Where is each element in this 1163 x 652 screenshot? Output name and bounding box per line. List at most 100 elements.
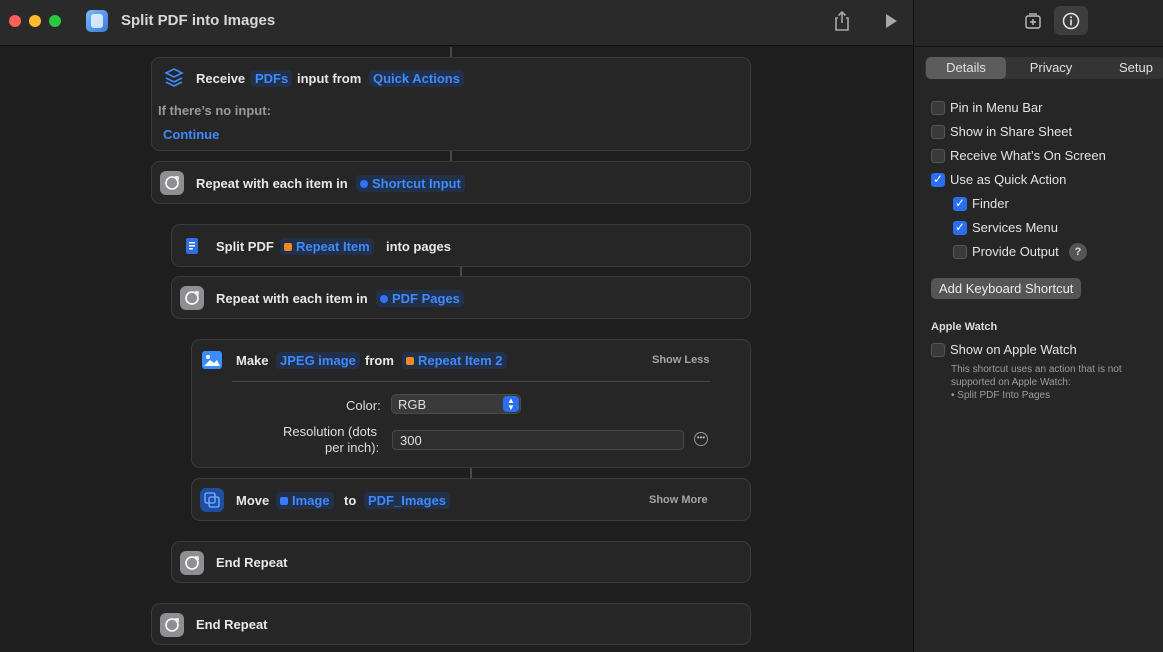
add-keyboard-shortcut-button[interactable]: Add Keyboard Shortcut [931,278,1082,299]
split-source-text: Repeat Item [296,239,370,254]
move-label: Move [236,493,270,508]
variable-icon [284,243,292,251]
tab-privacy[interactable]: Privacy [1011,57,1091,79]
more-options-icon[interactable]: ••• [694,432,708,446]
input-type-token[interactable]: PDFs [251,70,293,87]
color-select[interactable]: RGB ▲ ▼ [391,394,521,414]
repeat-source-token[interactable]: PDF Pages [376,290,464,307]
option-label: Finder [972,196,1009,211]
split-pdf-action[interactable]: Split PDF Repeat Item into pages [171,224,751,267]
repeat-icon [160,171,184,195]
option-label: Pin in Menu Bar [950,100,1043,115]
from-label: from [365,353,394,368]
end-repeat-label: End Repeat [196,617,268,632]
show-less-button[interactable]: Show Less [652,354,709,366]
move-item-token[interactable]: Image [276,492,334,509]
receive-icon [162,66,186,90]
action-library-button[interactable] [1016,6,1050,35]
chevron-updown-icon: ▲ ▼ [503,396,519,412]
checkbox[interactable] [953,196,967,211]
details-tab-bar: Details Privacy Setup [925,57,1163,79]
share-button[interactable] [829,9,855,33]
end-repeat-action[interactable]: End Repeat [171,541,751,583]
variable-icon [406,357,414,365]
repeat-each-action[interactable]: Repeat with each item in Shortcut Input [151,161,751,204]
close-window-button[interactable] [9,15,21,27]
repeat-icon [160,613,184,637]
checkbox[interactable] [931,101,945,115]
split-source-token[interactable]: Repeat Item [280,238,374,255]
title-bar: Split PDF into Images [0,0,913,46]
help-icon[interactable]: ? [1069,243,1087,261]
checkbox[interactable] [931,125,945,139]
connector [450,47,452,57]
tab-setup[interactable]: Setup [1096,57,1163,79]
image-format-token[interactable]: JPEG image [276,352,360,369]
note-line: This shortcut uses an action that is not [951,364,1122,375]
repeat-label: Repeat with each item in [216,291,368,306]
divider [914,46,1163,47]
no-input-behavior-token[interactable]: Continue [159,126,223,143]
checkbox[interactable] [953,245,967,259]
window-title: Split PDF into Images [121,12,276,29]
tab-details[interactable]: Details [926,57,1006,79]
option-label: Provide Output [972,244,1059,259]
resolution-label-cont: per inch): [325,440,380,455]
option-label: Show on Apple Watch [950,342,1077,357]
divider [232,381,710,382]
connector [470,467,472,478]
checkbox[interactable] [931,149,945,163]
option-label: Use as Quick Action [950,172,1067,187]
end-repeat-label: End Repeat [216,555,288,570]
option-label: Show in Share Sheet [950,124,1073,139]
resolution-input[interactable]: 300 [392,430,684,450]
move-icon [200,488,224,512]
checkbox[interactable] [931,343,945,357]
info-icon [1062,12,1080,29]
to-label: to [344,493,357,508]
share-icon [835,10,849,31]
add-action-icon [1025,12,1041,29]
play-icon [886,14,897,28]
repeat-label: Repeat with each item in [196,176,348,191]
repeat-each-action[interactable]: Repeat with each item in PDF Pages [171,276,751,319]
color-label: Color: [346,398,381,413]
move-destination-token[interactable]: PDF_Images [364,492,451,509]
details-toggle-button[interactable] [1054,6,1088,35]
receive-label: Receive [196,71,246,86]
repeat-source-text: Shortcut Input [372,176,461,191]
zoom-window-button[interactable] [49,15,61,27]
run-button[interactable] [878,9,904,33]
note-line: • Split PDF Into Pages [951,390,1051,401]
connector [460,266,462,276]
apple-watch-heading: Apple Watch [931,321,998,333]
repeat-icon [180,551,204,575]
variable-icon [380,295,388,303]
checkbox[interactable] [931,172,945,187]
split-pdf-label: Split PDF [216,239,274,254]
input-source-token[interactable]: Quick Actions [369,70,464,87]
no-input-label: If there’s no input: [158,103,271,118]
repeat-source-text: PDF Pages [392,291,460,306]
show-more-button[interactable]: Show More [649,494,708,506]
checkbox[interactable] [953,220,967,235]
move-item-text: Image [292,493,330,508]
color-select-value: RGB [398,397,427,412]
editor-canvas: Receive PDFs input from Quick Actions If… [0,47,913,652]
minimize-window-button[interactable] [29,15,41,27]
option-label: Services Menu [972,220,1058,235]
variable-icon [360,180,368,188]
move-action[interactable]: Move Image to PDF_Images Show More [191,478,751,521]
note-line: supported on Apple Watch: [951,377,1071,388]
details-sidebar: Details Privacy Setup Pin in Menu Bar Sh… [913,0,1163,652]
make-image-action[interactable]: Make JPEG image from Repeat Item 2 Show … [191,339,751,468]
image-source-token[interactable]: Repeat Item 2 [402,352,507,369]
end-repeat-action[interactable]: End Repeat [151,603,751,645]
option-label: Receive What’s On Screen [950,148,1106,163]
repeat-source-token[interactable]: Shortcut Input [356,175,465,192]
image-icon [200,348,224,372]
input-from-label: input from [297,71,362,86]
receive-action[interactable]: Receive PDFs input from Quick Actions If… [151,57,751,151]
make-label: Make [236,353,269,368]
image-source-text: Repeat Item 2 [418,353,503,368]
